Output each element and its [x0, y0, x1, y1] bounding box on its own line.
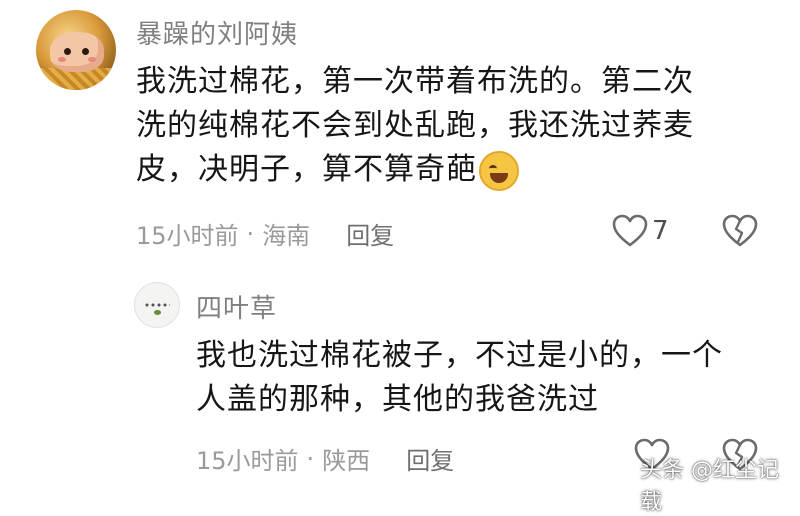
reply-location: 陕西 [322, 447, 371, 475]
comment-line: 洗的纯棉花不会到处乱跑，我还洗过荞麦 [136, 108, 694, 143]
meta-separator: · [246, 219, 255, 248]
commenter-avatar[interactable] [36, 10, 116, 90]
laughing-tears-emoji-icon [479, 150, 519, 191]
comment-body: 我洗过棉花，第一次带着布洗的。第二次 洗的纯棉花不会到处乱跑，我还洗过荞麦 皮，… [136, 60, 776, 192]
comment-line: 我洗过棉花，第一次带着布洗的。第二次 [136, 64, 694, 99]
reply-to-reply-button[interactable]: 回复 [406, 441, 454, 476]
avatar-character [50, 32, 104, 72]
comment-username[interactable]: 暴躁的刘阿姨 [136, 14, 298, 51]
comment-time: 15小时前 [136, 222, 239, 250]
comment-location: 海南 [262, 222, 311, 250]
reply-line: 我也洗过棉花被子，不过是小的，一个 [196, 338, 723, 373]
reply-meta: 15小时前 · 陕西 回复 [196, 441, 454, 476]
broken-heart-icon[interactable] [722, 214, 758, 248]
replier-avatar[interactable] [134, 282, 180, 328]
watermark: 头条 @红尘记载 [640, 458, 779, 515]
comment-meta: 15小时前 · 海南 回复 [136, 216, 394, 251]
reply-time: 15小时前 [196, 447, 299, 475]
meta-separator: · [306, 444, 315, 473]
comment-line: 皮，决明子，算不算奇葩 [136, 148, 776, 192]
reply-line: 人盖的那种，其他的我爸洗过 [196, 382, 599, 417]
heart-outline-icon[interactable] [612, 214, 648, 248]
reply-body: 我也洗过棉花被子，不过是小的，一个 人盖的那种，其他的我爸洗过 [196, 334, 776, 422]
reply-username[interactable]: 四叶草 [196, 288, 277, 325]
reply-button[interactable]: 回复 [346, 216, 394, 251]
like-count: 7 [652, 216, 669, 246]
